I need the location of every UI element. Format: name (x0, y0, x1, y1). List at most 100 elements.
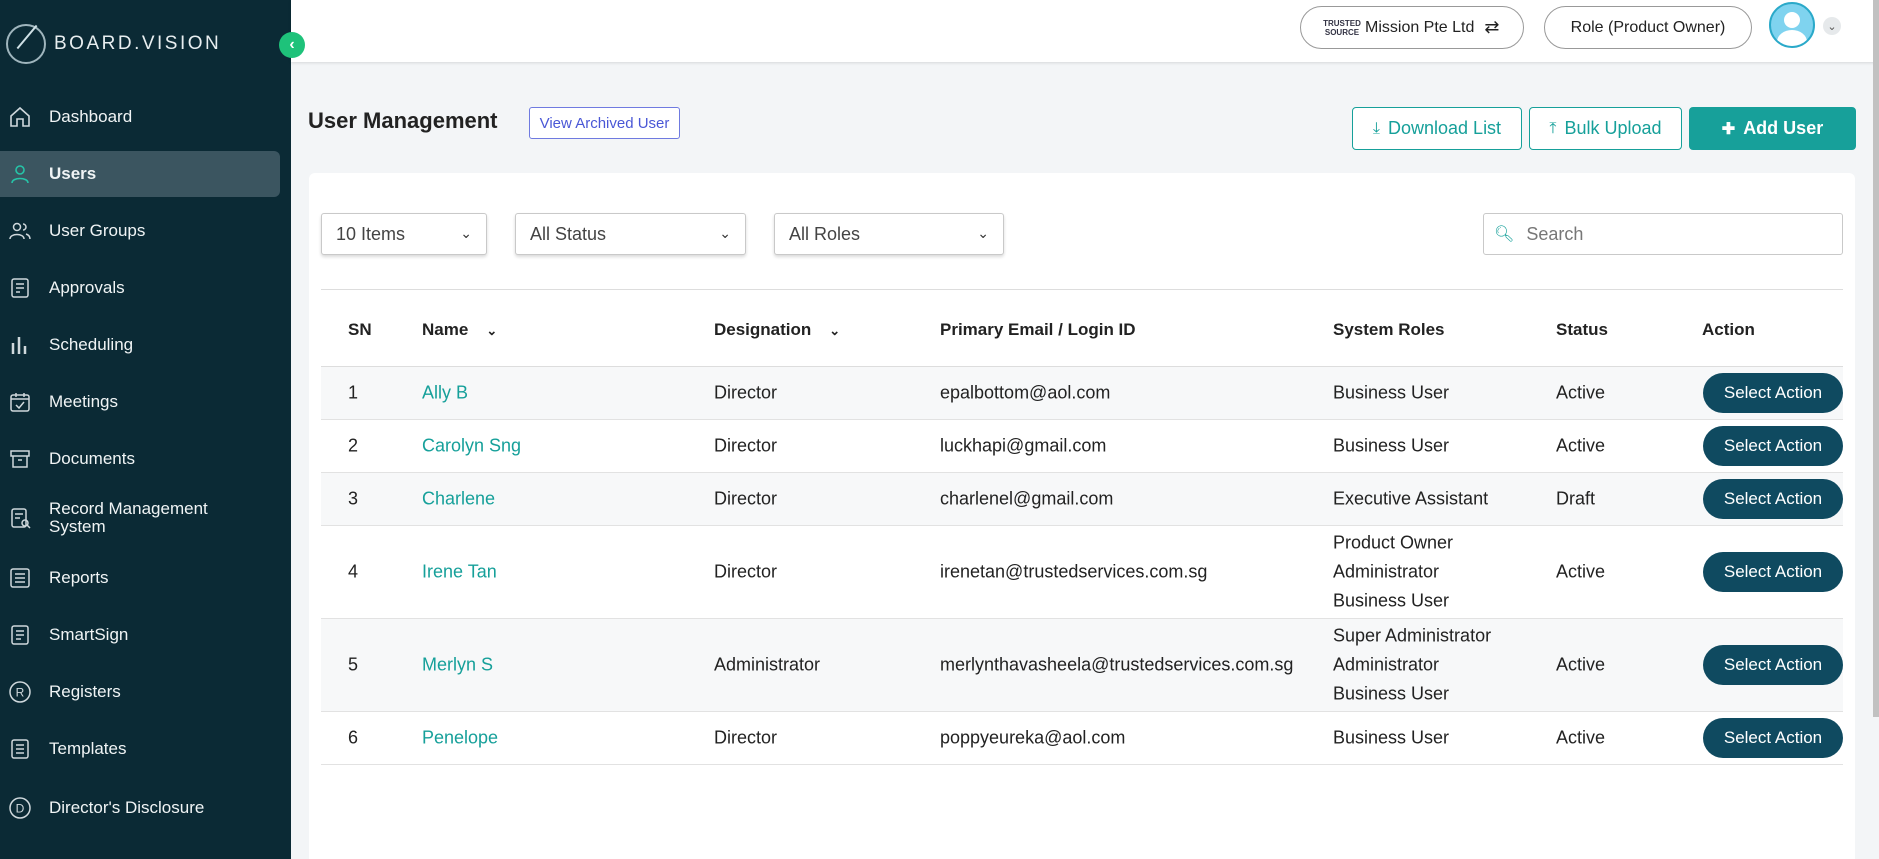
user-name-link[interactable]: Ally B (422, 383, 468, 404)
status-text: Active (1556, 435, 1606, 456)
sidebar-item-documents[interactable]: Documents (0, 430, 291, 487)
role-switcher[interactable]: Role (Product Owner) (1544, 6, 1752, 49)
user-name-link[interactable]: Charlene (422, 489, 495, 510)
plus-icon: ✚ (1721, 120, 1736, 138)
sidebar: BOARD.VISION Dashboard Users User Groups Ap… (0, 0, 291, 859)
cell-designation: Director (714, 727, 778, 748)
status-text: Active (1556, 382, 1606, 403)
sidebar-item-dashboard[interactable]: Dashboard (0, 88, 291, 145)
column-header-status: Status (1556, 320, 1608, 339)
cell-system-roles: Business User (1333, 379, 1449, 408)
table-row: 1 Ally B Director epalbottom@aol.com Active B… (321, 367, 1843, 420)
status-text: Active (1556, 727, 1606, 748)
status-text: Active (1556, 654, 1606, 675)
select-action-button[interactable]: Select Action (1703, 479, 1843, 519)
column-header-sn: SN (348, 320, 372, 339)
sidebar-item-label: Meetings (49, 391, 118, 411)
chevron-down-icon[interactable]: ⌄ (1823, 17, 1841, 35)
sidebar-item-label: Registers (49, 681, 121, 701)
user-name-link[interactable]: Irene Tan (422, 562, 497, 583)
document-search-icon (8, 506, 32, 530)
download-icon: ⤓ (1372, 119, 1380, 137)
download-list-label: Download List (1388, 118, 1502, 138)
brand[interactable]: BOARD.VISION (0, 0, 291, 88)
cell-sn: 5 (348, 654, 359, 675)
status-text: Draft (1556, 488, 1596, 509)
chevron-down-icon: ⌄ (460, 225, 472, 241)
search-input[interactable]: 🔍︎ Search (1483, 213, 1843, 255)
select-action-button[interactable]: Select Action (1703, 718, 1843, 758)
sidebar-item-scheduling[interactable]: Scheduling (0, 316, 291, 373)
search-placeholder: Search (1526, 223, 1584, 244)
sidebar-item-approvals[interactable]: Approvals (0, 259, 291, 316)
status-filter-value: All Status (530, 223, 607, 244)
signature-doc-icon (8, 623, 32, 647)
sidebar-item-label: Director's Disclosure (49, 798, 205, 817)
status-filter-select[interactable]: All Status ⌄ (515, 213, 746, 255)
user-name-link[interactable]: Merlyn S (422, 655, 493, 676)
cell-system-roles: Business User (1333, 432, 1449, 461)
column-header-action: Action (1702, 320, 1755, 339)
column-header-name[interactable]: Name ⌄ (422, 320, 497, 340)
collapse-sidebar-button[interactable]: ‹ (279, 32, 305, 58)
sidebar-item-label: Templates (49, 738, 127, 758)
select-action-button[interactable]: Select Action (1703, 552, 1843, 592)
bar-chart-icon (8, 333, 32, 357)
system-role: Business User (1333, 590, 1450, 611)
sidebar-item-label: Dashboard (49, 106, 133, 126)
system-role: Executive Assistant (1333, 488, 1489, 509)
d-circle-icon: D (8, 796, 32, 820)
brand-logo-icon (6, 24, 46, 64)
chevron-left-icon: ‹ (289, 36, 295, 53)
sort-chevron-icon[interactable]: ⌄ (829, 323, 840, 338)
cell-sn: 3 (348, 488, 359, 509)
system-role: Business User (1333, 683, 1450, 704)
sidebar-item-record-management-system[interactable]: Record Management System (0, 487, 291, 549)
user-name-link[interactable]: Carolyn Sng (422, 436, 521, 457)
sidebar-item-users[interactable]: Users (0, 151, 280, 197)
roles-filter-select[interactable]: All Roles ⌄ (774, 213, 1004, 255)
column-header-system-roles: System Roles (1333, 320, 1445, 339)
sidebar-item-registers[interactable]: R Registers (0, 663, 291, 720)
system-role: Super Administrator (1333, 625, 1492, 646)
user-name-link[interactable]: Penelope (422, 728, 498, 749)
sidebar-item-meetings[interactable]: Meetings (0, 373, 291, 430)
topbar: TRUSTED SOURCE Mission Pte Ltd ⇄ Role (P… (291, 0, 1879, 62)
organization-logo: TRUSTED SOURCE (1323, 18, 1361, 37)
bulk-upload-button[interactable]: ⤒ Bulk Upload (1529, 107, 1682, 150)
sidebar-item-label: User Groups (49, 220, 146, 240)
archive-box-icon (8, 447, 32, 471)
cell-email: charlenel@gmail.com (940, 488, 1114, 509)
sidebar-item-director-s-disclosure[interactable]: D Director's Disclosure (0, 777, 291, 839)
cell-designation: Director (714, 435, 778, 456)
system-role: Administrator (1333, 654, 1440, 675)
cell-system-roles: Executive Assistant (1333, 485, 1488, 514)
system-role: Business User (1333, 435, 1450, 456)
page-scrollbar[interactable] (1873, 0, 1879, 717)
search-icon: 🔍︎ (1494, 226, 1515, 243)
download-list-button[interactable]: ⤓ Download List (1352, 107, 1522, 150)
avatar[interactable] (1769, 2, 1815, 48)
column-header-designation[interactable]: Designation ⌄ (714, 320, 840, 340)
view-archived-user-button[interactable]: View Archived User (529, 107, 680, 139)
select-action-button[interactable]: Select Action (1703, 645, 1843, 685)
list-icon (8, 566, 32, 590)
items-per-page-select[interactable]: 10 Items ⌄ (321, 213, 487, 255)
sidebar-item-reports[interactable]: Reports (0, 549, 291, 606)
cell-sn: 6 (348, 727, 359, 748)
sort-chevron-icon[interactable]: ⌄ (486, 323, 497, 338)
cell-system-roles: Super Administrator Administrator Business… (1333, 622, 1491, 709)
select-action-button[interactable]: Select Action (1703, 426, 1843, 466)
cell-system-roles: Product Owner Administrator Business User (1333, 529, 1453, 616)
page-title: User Management (308, 108, 498, 133)
column-header-designation-label: Designation (714, 320, 812, 339)
add-user-button[interactable]: ✚ Add User (1689, 107, 1856, 150)
cell-email: poppyeureka@aol.com (940, 727, 1126, 748)
sidebar-item-smartsign[interactable]: SmartSign (0, 606, 291, 663)
sidebar-item-label: Record Management System (49, 499, 208, 536)
organization-switcher[interactable]: TRUSTED SOURCE Mission Pte Ltd ⇄ (1300, 6, 1524, 49)
select-action-button[interactable]: Select Action (1703, 373, 1843, 413)
document-check-icon (8, 276, 32, 300)
sidebar-item-templates[interactable]: Templates (0, 720, 291, 777)
sidebar-item-user-groups[interactable]: User Groups (0, 202, 291, 259)
